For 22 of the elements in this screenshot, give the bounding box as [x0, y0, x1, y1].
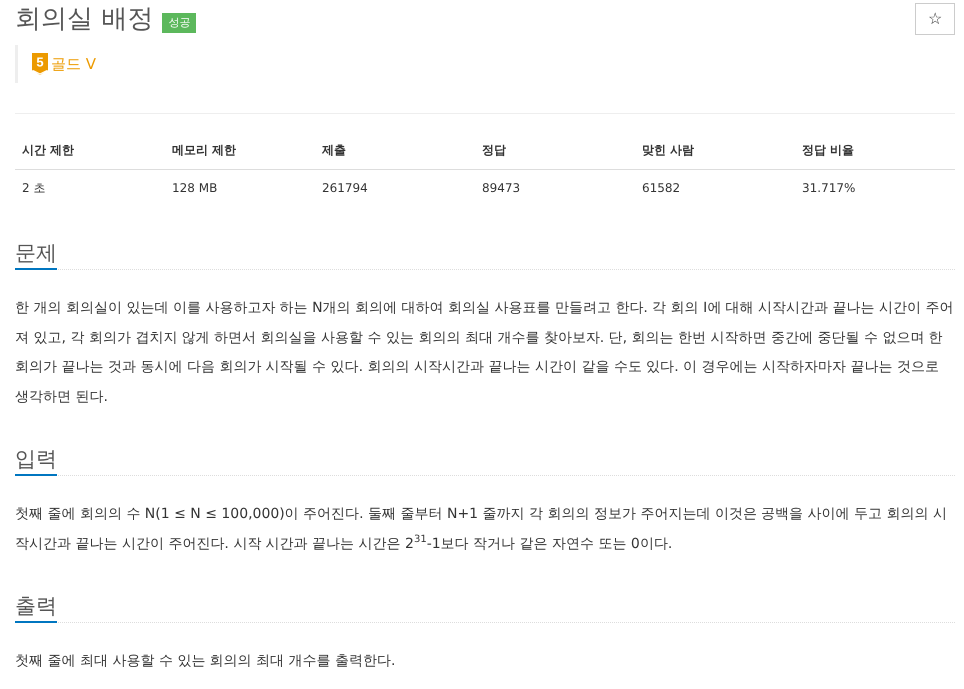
table-cell: 261794 — [315, 170, 475, 206]
section-heading: 출력 — [15, 591, 57, 623]
section-text: 첫째 줄에 회의의 수 N(1 ≤ N ≤ 100,000)이 주어진다. 둘째 줄부터 N+1 줄까지 각 회의의 정보가 주어지는데 이것은 공백을 사이에 두고 회의의 시작시간과 끝나는 시간이 주어진다. 시작 시간과 끝나는 시간은 2$^{31}$-1보다 작거나 같은 자연수 또는 0이다. — [15, 505, 948, 554]
column-header: 정답 비율 — [795, 131, 955, 170]
column-header: 정답 — [475, 131, 635, 170]
section-heading: 문제 — [15, 238, 57, 270]
section-text: 한 개의 회의실이 있는데 이를 사용하고자 하는 N개의 회의에 대하여 회의실 사용표를 만들려고 한다. 각 회의 I에 대해 시작시간과 끝나는 시간이 주어져 있고, 각 회의가 겹치지 않게 하면서 회의실을 사용할 수 있는 회의의 최대 개수를 찾아보자. 단, 회의는 한번 시작하면 중간에 중단될 수 없으며 한 회의가 끝나는 것과 동시에 다음 회의가 시작될 수 있다. 회의의 시작시간과 끝나는 시간이 같을 수도 있다. 이 경우에는 시작하자마자 끝나는 것으로 생각하면 된다. — [15, 299, 955, 406]
column-header: 제출 — [315, 131, 475, 170]
result-badge: 성공 — [162, 13, 196, 33]
table-cell: 89473 — [475, 170, 635, 206]
tier-icon: 5 — [32, 53, 48, 75]
column-header: 맞힌 사람 — [635, 131, 795, 170]
column-header: 시간 제한 — [15, 131, 165, 170]
section-heading: 입력 — [15, 444, 57, 476]
table-cell: 31.717% — [795, 170, 955, 206]
table-cell: 2 초 — [15, 170, 165, 206]
column-header: 메모리 제한 — [165, 131, 315, 170]
table-cell: 61582 — [635, 170, 795, 206]
favorite-button[interactable]: ☆ — [915, 3, 955, 35]
table-cell: 128 MB — [165, 170, 315, 206]
section-text: 첫째 줄에 최대 사용할 수 있는 회의의 최대 개수를 출력한다. — [15, 652, 397, 671]
problem-title: 회의실 배정 — [15, 3, 154, 36]
